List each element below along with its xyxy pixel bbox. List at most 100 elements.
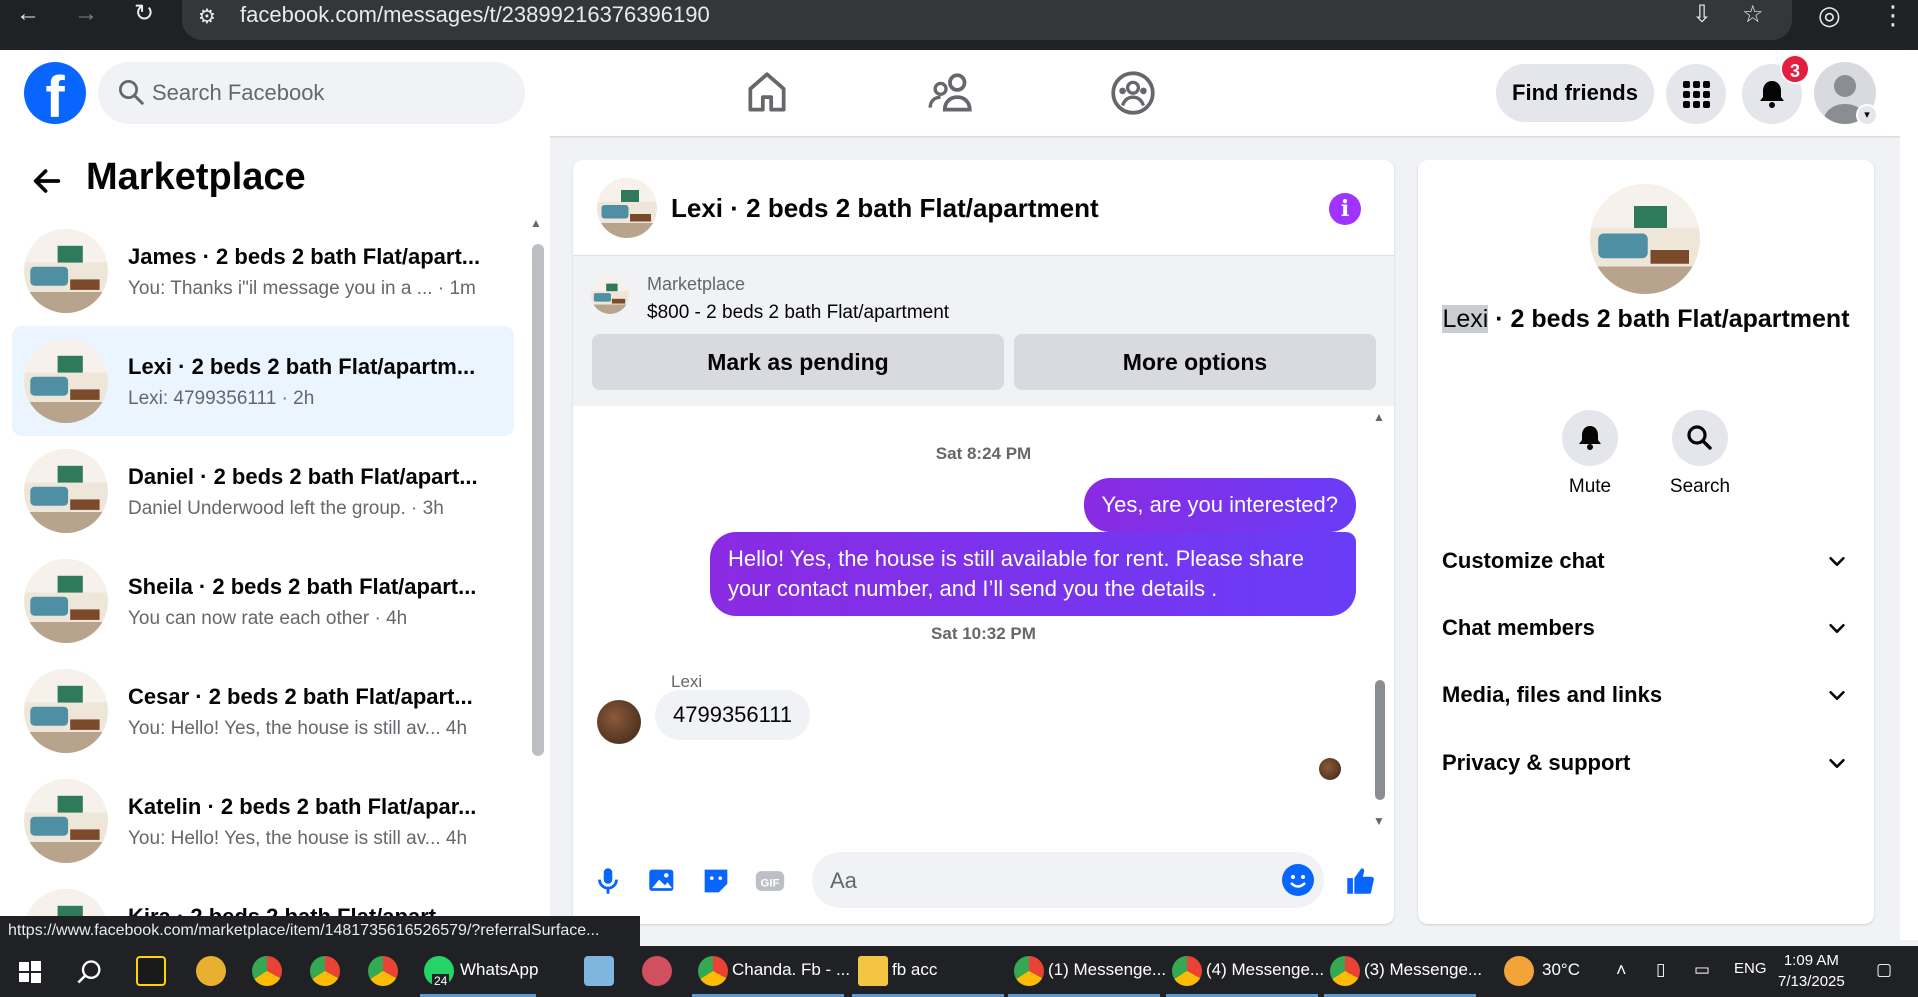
photo-icon[interactable] (645, 864, 679, 898)
accordion-chat-members[interactable]: Chat members (1442, 609, 1852, 649)
chrome-profile-icon[interactable] (368, 956, 398, 986)
taskbar-messenger-window-3[interactable]: (3) Messenge... (1324, 946, 1482, 997)
incoming-message[interactable]: 4799356111 (655, 690, 811, 740)
taskbar-messenger-window-1[interactable]: (1) Messenge... (1008, 946, 1166, 997)
chat-scrollbar[interactable]: ▲ ▼ (1371, 410, 1389, 830)
taskbar-chrome-window[interactable]: Chanda. Fb - ... (692, 946, 850, 997)
listing-thumbnail (24, 229, 108, 313)
taskbar-whatsapp[interactable]: 24 WhatsApp (420, 946, 538, 997)
chevron-up-icon[interactable]: ˄ (1616, 960, 1627, 981)
conversation-preview: You can now rate each other · 4h (128, 608, 408, 629)
system-clock[interactable]: 1:09 AM 7/13/2025 (1778, 950, 1845, 992)
app-icon[interactable] (196, 956, 226, 986)
conversation-preview: Daniel Underwood left the group. · 3h (128, 498, 444, 519)
friends-icon[interactable] (926, 68, 976, 118)
bell-icon (1579, 426, 1601, 450)
browser-chrome: ← → ↻ ⚙ facebook.com/messages/t/23899216… (0, 0, 1918, 50)
taskbar-search-icon[interactable] (76, 958, 104, 986)
more-options-button[interactable]: More options (1014, 334, 1376, 390)
emoji-icon[interactable] (1282, 864, 1314, 896)
mute-button[interactable]: Mute (1550, 410, 1630, 498)
temperature[interactable]: 30°C (1542, 960, 1580, 980)
conversation-item[interactable]: Katelin · 2 beds 2 bath Flat/apar... You… (12, 766, 514, 876)
microphone-icon[interactable] (591, 864, 625, 898)
back-icon[interactable]: ← (8, 0, 48, 28)
url-text[interactable]: facebook.com/messages/t/2389921637639619… (240, 2, 710, 28)
site-info-icon[interactable]: ⚙ (198, 4, 216, 29)
accordion-label: Privacy & support (1442, 750, 1631, 775)
scroll-up-icon[interactable]: ▲ (1373, 410, 1385, 424)
language-indicator[interactable]: ENG (1734, 960, 1767, 977)
install-app-icon[interactable]: ⇩ (1692, 0, 1712, 29)
info-icon[interactable]: i (1329, 193, 1361, 225)
home-icon[interactable] (742, 68, 792, 118)
like-thumb-icon[interactable] (1343, 864, 1377, 898)
app-icon[interactable] (642, 956, 672, 986)
bookmark-star-icon[interactable]: ☆ (1742, 0, 1764, 29)
battery-icon[interactable]: ▭ (1694, 960, 1710, 980)
notification-center-icon[interactable]: ▢ (1876, 960, 1892, 980)
chat-avatar-large[interactable] (1590, 184, 1700, 294)
chat-window: Lexi · 2 beds 2 bath Flat/apartment i Ma… (573, 160, 1394, 924)
conversation-preview: You: Hello! Yes, the house is still av..… (128, 718, 468, 739)
listing-thumbnail (24, 339, 108, 423)
taskbar-messenger-window-4[interactable]: (4) Messenge... (1166, 946, 1324, 997)
browser-menu-icon[interactable]: ⋮ (1880, 0, 1906, 31)
chat-header: Lexi · 2 beds 2 bath Flat/apartment i (573, 160, 1394, 256)
read-receipt-avatar (1319, 758, 1341, 780)
accordion-privacy-support[interactable]: Privacy & support (1442, 744, 1852, 784)
chrome-icon[interactable] (252, 956, 282, 986)
menu-button[interactable] (1666, 64, 1726, 124)
conversation-item[interactable]: Sheila · 2 beds 2 bath Flat/apart... You… (12, 546, 514, 656)
taskbar-folder-window[interactable]: fb acc (852, 946, 1004, 997)
sticker-icon[interactable] (699, 864, 733, 898)
search-chat-button[interactable]: Search (1660, 410, 1740, 498)
accordion-media-files-links[interactable]: Media, files and links (1442, 676, 1852, 716)
sender-avatar[interactable] (597, 700, 641, 744)
groups-icon[interactable] (1108, 68, 1158, 118)
forward-icon[interactable]: → (66, 0, 106, 28)
accordion-customize-chat[interactable]: Customize chat (1442, 542, 1852, 582)
conversation-item[interactable]: Daniel · 2 beds 2 bath Flat/apart... Dan… (12, 436, 514, 546)
search-facebook-input[interactable]: Search Facebook (98, 62, 525, 124)
reload-icon[interactable]: ↻ (124, 0, 164, 28)
gif-icon[interactable]: GIF (753, 864, 787, 898)
scrollbar-thumb[interactable] (1375, 680, 1385, 800)
chat-details-panel: Lexi · 2 beds 2 bath Flat/apartment Mute… (1418, 160, 1874, 924)
scroll-up-icon[interactable]: ▲ (530, 216, 542, 230)
conversation-item[interactable]: Lexi · 2 beds 2 bath Flat/apartm... Lexi… (12, 326, 514, 436)
svg-text:GIF: GIF (761, 878, 780, 890)
notification-badge: 3 (1780, 54, 1810, 84)
back-arrow-icon[interactable] (30, 164, 64, 198)
browser-profile-icon[interactable]: ◎ (1818, 0, 1841, 31)
scrollbar-thumb[interactable] (532, 244, 544, 756)
message-thread: Sat 8:24 PM Yes, are you interested? Hel… (573, 406, 1394, 836)
page-scrollbar[interactable] (1900, 50, 1918, 940)
address-bar[interactable]: ⚙ facebook.com/messages/t/23899216376396… (182, 0, 1792, 40)
scroll-down-icon[interactable]: ▼ (1373, 814, 1385, 828)
weather-icon[interactable] (1504, 956, 1534, 986)
outgoing-message[interactable]: Hello! Yes, the house is still available… (710, 532, 1356, 616)
app-icon[interactable] (584, 956, 614, 986)
chevron-down-icon[interactable]: ▾ (1856, 104, 1878, 126)
chat-avatar[interactable] (597, 178, 657, 238)
chat-title[interactable]: Lexi · 2 beds 2 bath Flat/apartment (671, 193, 1099, 224)
device-icon[interactable]: ▯ (1656, 960, 1665, 980)
windows-start-icon[interactable] (18, 960, 42, 984)
list-scrollbar[interactable]: ▲ (530, 216, 546, 896)
link-status-url: https://www.facebook.com/marketplace/ite… (0, 916, 640, 946)
facebook-logo-icon[interactable]: f (24, 62, 86, 124)
mark-as-pending-button[interactable]: Mark as pending (592, 334, 1004, 390)
conversation-preview: You: Hello! Yes, the house is still av..… (128, 828, 468, 849)
message-input[interactable]: Aa (812, 852, 1324, 908)
find-friends-button[interactable]: Find friends (1496, 64, 1654, 122)
conversation-item[interactable]: James · 2 beds 2 bath Flat/apart... You:… (12, 216, 514, 326)
outgoing-message[interactable]: Yes, are you interested? (1083, 478, 1356, 532)
chrome-profile-icon[interactable] (310, 956, 340, 986)
folder-icon (858, 956, 888, 986)
conversation-item[interactable]: Cesar · 2 beds 2 bath Flat/apart... You:… (12, 656, 514, 766)
terminal-app-icon[interactable] (136, 956, 166, 986)
listing-price-title[interactable]: $800 - 2 beds 2 bath Flat/apartment (647, 302, 949, 324)
listing-thumbnail[interactable] (591, 276, 629, 314)
chevron-down-icon (1829, 623, 1845, 633)
